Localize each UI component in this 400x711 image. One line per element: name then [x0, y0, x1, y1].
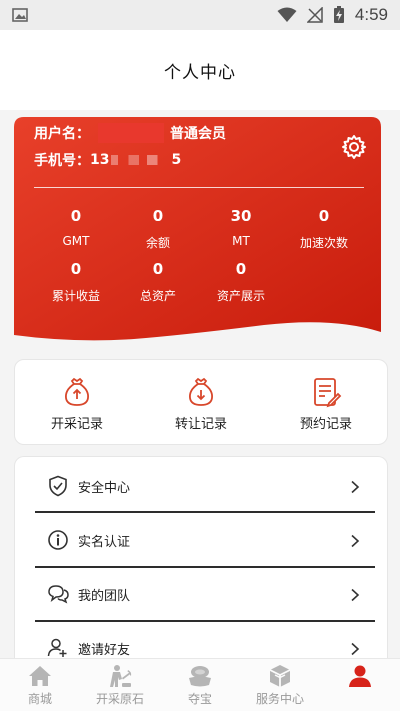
stat-value: 0: [152, 260, 164, 278]
nav-label: 夺宝: [187, 692, 212, 706]
stat-balance[interactable]: 0 余额: [118, 207, 198, 251]
menu-label: 我的团队: [78, 588, 131, 604]
menu-label: 实名认证: [78, 534, 131, 550]
stat-label: MT: [232, 234, 250, 248]
wifi-icon: [277, 7, 297, 23]
stat-value: 30: [230, 207, 252, 225]
document-edit-icon: [310, 376, 342, 408]
miner-icon: [107, 663, 133, 689]
status-bar: 4:59: [0, 0, 400, 30]
nav-tab-mining[interactable]: 开采原石: [80, 663, 160, 707]
nav-tab-service-center[interactable]: 服务中心: [240, 663, 320, 707]
phone-prefix: 13: [90, 152, 110, 168]
menu-item-security-center[interactable]: 安全中心: [15, 459, 387, 513]
stat-label: GMT: [62, 234, 90, 248]
nav-label: 开采原石: [95, 692, 144, 706]
info-icon: [47, 529, 69, 551]
stat-value: 0: [70, 207, 82, 225]
stat-boost-count[interactable]: 0 加速次数: [284, 207, 364, 251]
stat-mt[interactable]: 30 MT: [201, 207, 281, 248]
stat-label: 总资产: [139, 289, 176, 303]
stat-value: 0: [318, 207, 330, 225]
nav-label: 商城: [27, 692, 52, 706]
treasure-icon: [187, 663, 213, 689]
battery-charging-icon: [333, 6, 345, 24]
record-label: 预约记录: [299, 417, 352, 432]
menu-item-real-name-verification[interactable]: 实名认证: [15, 513, 387, 567]
page-header: 个人中心: [0, 30, 400, 110]
bottom-nav: 商城 开采原石 夺宝 服务中心: [0, 658, 400, 711]
status-time: 4:59: [354, 5, 388, 24]
phone-label: 手机号：: [34, 153, 90, 169]
record-label: 转让记录: [174, 417, 227, 432]
stat-gmt[interactable]: 0 GMT: [36, 207, 116, 248]
cube-icon: [267, 663, 293, 689]
stat-total-assets[interactable]: 0 总资产: [118, 260, 198, 304]
chevron-right-icon: [349, 641, 361, 656]
card-divider: [34, 187, 364, 188]
settings-gear-icon[interactable]: [341, 134, 367, 160]
mining-records-button[interactable]: 开采记录: [27, 376, 127, 432]
stat-value: 0: [70, 260, 82, 278]
chat-bubbles-icon: [47, 583, 69, 605]
chevron-right-icon: [349, 587, 361, 602]
stat-label: 资产展示: [216, 289, 265, 303]
menu-label: 邀请好友: [78, 642, 131, 658]
username-row: 用户名： 普通会员: [34, 123, 226, 143]
bag-up-icon: [61, 376, 93, 408]
member-level: 普通会员: [170, 126, 226, 142]
phone-suffix: 5: [171, 152, 182, 168]
nav-tab-treasure[interactable]: 夺宝: [160, 663, 240, 707]
stat-label: 余额: [145, 236, 170, 250]
record-label: 开采记录: [50, 417, 103, 432]
chevron-right-icon: [349, 533, 361, 548]
menu-item-my-team[interactable]: 我的团队: [15, 567, 387, 621]
no-signal-icon: [306, 7, 323, 23]
username-label: 用户名：: [34, 126, 90, 142]
stat-total-earnings[interactable]: 0 累计收益: [36, 260, 116, 304]
user-icon: [347, 663, 373, 689]
stat-label: 累计收益: [51, 289, 100, 303]
username-redacted: [98, 123, 164, 143]
home-icon: [27, 663, 53, 689]
bag-down-icon: [185, 376, 217, 408]
phone-row: 手机号： 13 5: [34, 150, 181, 170]
transfer-records-button[interactable]: 转让记录: [151, 376, 251, 432]
stat-value: 0: [152, 207, 164, 225]
profile-card: 用户名： 普通会员 手机号： 13 5 0 GMT 0 余额 30 MT 0 加…: [14, 117, 381, 345]
menu-label: 安全中心: [78, 480, 131, 496]
stat-value: 0: [235, 260, 247, 278]
chevron-right-icon: [349, 479, 361, 494]
records-panel: 开采记录 转让记录 预约记录: [14, 359, 388, 445]
nav-label: 服务中心: [255, 692, 304, 706]
add-user-icon: [47, 637, 69, 659]
shield-check-icon: [47, 475, 69, 497]
page-title: 个人中心: [164, 62, 236, 83]
stat-asset-display[interactable]: 0 资产展示: [201, 260, 281, 304]
stat-label: 加速次数: [299, 236, 348, 250]
reservation-records-button[interactable]: 预约记录: [276, 376, 376, 432]
nav-tab-mall[interactable]: 商城: [0, 663, 80, 707]
phone-redacted: [111, 155, 170, 165]
gallery-notification-icon: [12, 8, 28, 22]
menu-list: 安全中心 实名认证 我的团队 邀请好友: [14, 456, 388, 666]
nav-tab-profile[interactable]: [320, 663, 400, 690]
